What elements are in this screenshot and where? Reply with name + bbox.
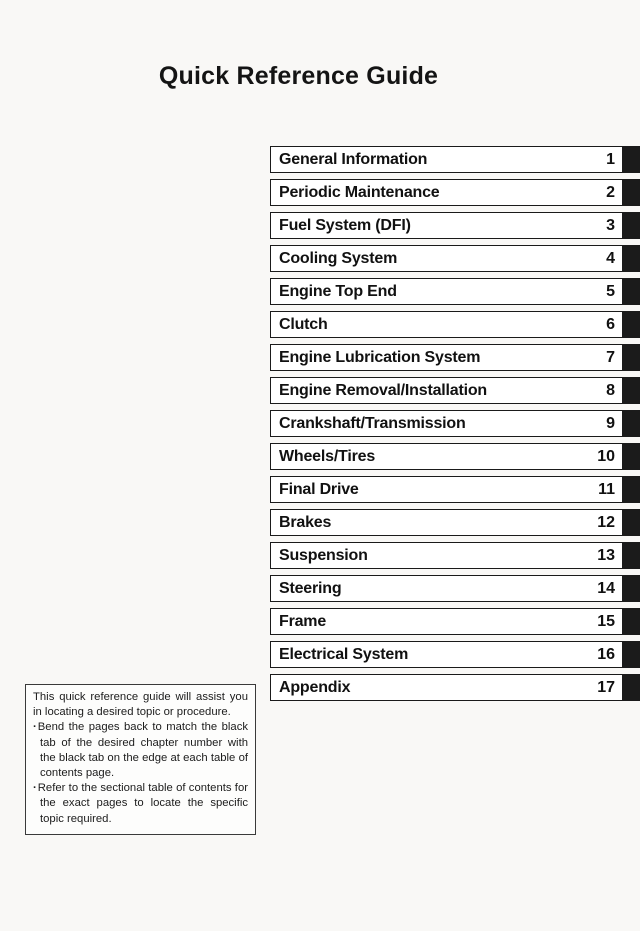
chapter-title: Suspension	[279, 546, 368, 564]
black-index-tab	[622, 674, 640, 701]
black-index-tab	[622, 377, 640, 404]
black-index-tab	[622, 641, 640, 668]
chapter-number: 6	[606, 315, 615, 333]
black-index-tab	[622, 212, 640, 239]
black-index-tab	[622, 146, 640, 173]
chapter-number: 17	[597, 678, 615, 696]
chapter-title: Brakes	[279, 513, 332, 531]
chapter-number: 10	[597, 447, 615, 465]
chapter-number: 3	[606, 216, 615, 234]
black-index-tab	[622, 278, 640, 305]
chapter-number: 7	[606, 348, 615, 366]
black-index-tab	[622, 179, 640, 206]
chapter-row[interactable]: Engine Removal/Installation 8	[270, 377, 640, 404]
chapter-label-box[interactable]: Fuel System (DFI) 3	[270, 212, 622, 239]
black-index-tab	[622, 476, 640, 503]
black-index-tab	[622, 542, 640, 569]
note-bullet-item: Bend the pages back to match the black t…	[33, 720, 248, 781]
chapter-row[interactable]: Fuel System (DFI) 3	[270, 212, 640, 239]
chapter-label-box[interactable]: Brakes 12	[270, 509, 622, 536]
chapter-number: 8	[606, 381, 615, 399]
chapter-row[interactable]: Brakes 12	[270, 509, 640, 536]
chapter-label-box[interactable]: Appendix 17	[270, 674, 622, 701]
chapter-title: Final Drive	[279, 480, 359, 498]
chapter-label-box[interactable]: Periodic Maintenance 2	[270, 179, 622, 206]
chapter-row[interactable]: Clutch 6	[270, 311, 640, 338]
chapter-number: 1	[606, 150, 615, 168]
chapter-label-box[interactable]: Electrical System 16	[270, 641, 622, 668]
black-index-tab	[622, 311, 640, 338]
chapter-number: 14	[597, 579, 615, 597]
black-index-tab	[622, 575, 640, 602]
chapter-title: Frame	[279, 612, 327, 630]
note-intro-text: This quick reference guide will assist y…	[33, 691, 248, 719]
chapter-label-box[interactable]: Crankshaft/Transmission 9	[270, 410, 622, 437]
black-index-tab	[622, 245, 640, 272]
chapter-title: General Information	[279, 150, 428, 168]
chapter-label-box[interactable]: Suspension 13	[270, 542, 622, 569]
chapter-number: 15	[597, 612, 615, 630]
chapter-title: Crankshaft/Transmission	[279, 414, 466, 432]
chapter-label-box[interactable]: Final Drive 11	[270, 476, 622, 503]
black-index-tab	[622, 443, 640, 470]
chapter-number: 2	[606, 183, 615, 201]
chapter-row[interactable]: Appendix 17	[270, 674, 640, 701]
chapter-title: Engine Top End	[279, 282, 397, 300]
chapter-row[interactable]: Cooling System 4	[270, 245, 640, 272]
chapter-row[interactable]: Engine Top End 5	[270, 278, 640, 305]
chapter-index-list: General Information 1 Periodic Maintenance…	[270, 146, 640, 707]
chapter-title: Appendix	[279, 678, 351, 696]
chapter-title: Steering	[279, 579, 342, 597]
page-title: Quick Reference Guide	[158, 62, 439, 90]
chapter-number: 13	[597, 546, 615, 564]
chapter-title: Fuel System (DFI)	[279, 216, 411, 234]
chapter-row[interactable]: Frame 15	[270, 608, 640, 635]
chapter-label-box[interactable]: Engine Top End 5	[270, 278, 622, 305]
chapter-label-box[interactable]: Engine Removal/Installation 8	[270, 377, 622, 404]
chapter-row[interactable]: Wheels/Tires 10	[270, 443, 640, 470]
chapter-row[interactable]: Periodic Maintenance 2	[270, 179, 640, 206]
chapter-label-box[interactable]: Steering 14	[270, 575, 622, 602]
chapter-title: Electrical System	[279, 645, 409, 663]
chapter-number: 12	[597, 513, 615, 531]
chapter-label-box[interactable]: Clutch 6	[270, 311, 622, 338]
chapter-number: 9	[606, 414, 615, 432]
black-index-tab	[622, 410, 640, 437]
chapter-label-box[interactable]: Wheels/Tires 10	[270, 443, 622, 470]
chapter-label-box[interactable]: General Information 1	[270, 146, 622, 173]
chapter-row[interactable]: Electrical System 16	[270, 641, 640, 668]
chapter-number: 16	[597, 645, 615, 663]
black-index-tab	[622, 608, 640, 635]
chapter-label-box[interactable]: Engine Lubrication System 7	[270, 344, 622, 371]
chapter-title: Clutch	[279, 315, 328, 333]
chapter-title: Cooling System	[279, 249, 398, 267]
chapter-title: Engine Lubrication System	[279, 348, 481, 366]
chapter-row[interactable]: General Information 1	[270, 146, 640, 173]
black-index-tab	[622, 509, 640, 536]
chapter-number: 4	[606, 249, 615, 267]
chapter-title: Wheels/Tires	[279, 447, 376, 465]
chapter-row[interactable]: Final Drive 11	[270, 476, 640, 503]
chapter-row[interactable]: Crankshaft/Transmission 9	[270, 410, 640, 437]
chapter-number: 5	[606, 282, 615, 300]
chapter-row[interactable]: Engine Lubrication System 7	[270, 344, 640, 371]
chapter-label-box[interactable]: Frame 15	[270, 608, 622, 635]
chapter-title: Engine Removal/Installation	[279, 381, 487, 399]
chapter-title: Periodic Maintenance	[279, 183, 440, 201]
instructions-note-box: This quick reference guide will assist y…	[25, 684, 256, 835]
chapter-row[interactable]: Steering 14	[270, 575, 640, 602]
chapter-number: 11	[598, 480, 615, 498]
note-bullet-item: Refer to the sectional table of contents…	[33, 781, 248, 827]
chapter-label-box[interactable]: Cooling System 4	[270, 245, 622, 272]
chapter-row[interactable]: Suspension 13	[270, 542, 640, 569]
black-index-tab	[622, 344, 640, 371]
